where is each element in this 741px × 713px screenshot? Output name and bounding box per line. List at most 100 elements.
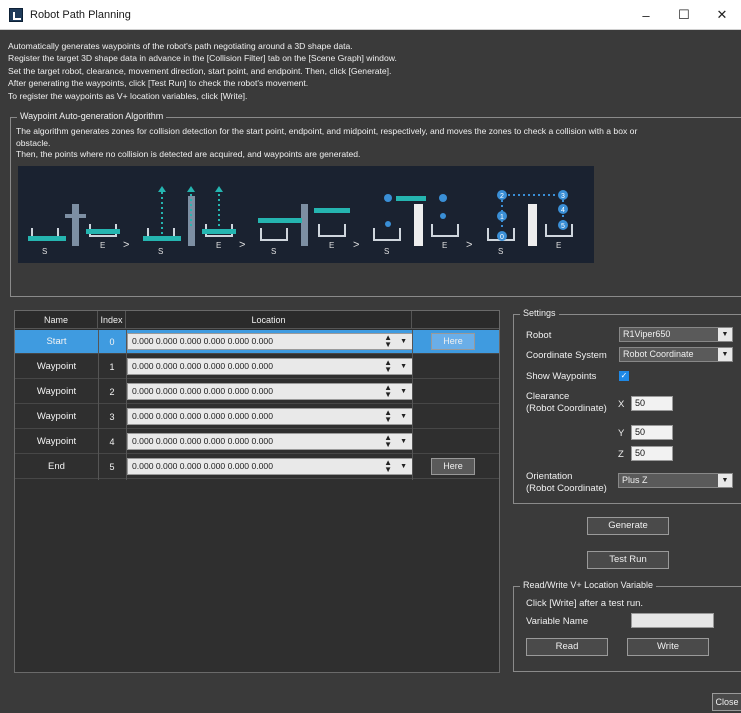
table-row[interactable]: End 5 0.000 0.000 0.000 0.000 0.000 0.000 ▲… xyxy=(15,455,499,479)
generate-button[interactable]: Generate xyxy=(587,517,669,535)
column-header-index[interactable]: Index xyxy=(98,311,126,329)
clearance-sublabel: (Robot Coordinate) xyxy=(526,403,607,414)
column-header-action xyxy=(412,311,499,329)
clearance-y-label: Y xyxy=(618,428,625,439)
location-value: 0.000 0.000 0.000 0.000 0.000 0.000 xyxy=(132,411,273,421)
location-field[interactable]: 0.000 0.000 0.000 0.000 0.000 0.000 ▲ ▼ ▼ xyxy=(127,383,413,400)
intro-line: Register the target 3D shape data in adv… xyxy=(8,53,397,64)
location-field[interactable]: 0.000 0.000 0.000 0.000 0.000 0.000 ▲ ▼ ▼ xyxy=(127,458,413,475)
algorithm-group: Waypoint Auto-generation Algorithm The a… xyxy=(10,111,741,297)
spin-arrows-icon[interactable]: ▲ ▼ xyxy=(384,359,392,374)
orientation-label: Orientation xyxy=(526,471,573,482)
maximize-button[interactable]: ☐ xyxy=(665,0,703,30)
chevron-down-icon[interactable]: ▼ xyxy=(400,384,407,399)
location-field[interactable]: 0.000 0.000 0.000 0.000 0.000 0.000 ▲ ▼ ▼ xyxy=(127,333,413,350)
location-field[interactable]: 0.000 0.000 0.000 0.000 0.000 0.000 ▲ ▼ ▼ xyxy=(127,408,413,425)
settings-group: Settings Robot R1Viper650 ▼ Coordinate S… xyxy=(513,308,741,504)
clearance-x-input[interactable]: 50 xyxy=(631,396,673,411)
point-3-label: 3 xyxy=(561,193,565,200)
point-0-label: 0 xyxy=(500,234,504,241)
location-field[interactable]: 0.000 0.000 0.000 0.000 0.000 0.000 ▲ ▼ ▼ xyxy=(127,433,413,450)
chevron-down-icon[interactable]: ▼ xyxy=(400,459,407,474)
variable-name-input[interactable] xyxy=(631,613,714,628)
column-divider xyxy=(126,330,127,480)
clearance-x-label: X xyxy=(618,399,625,410)
column-header-name[interactable]: Name xyxy=(15,311,98,329)
chevron-down-icon[interactable]: ▼ xyxy=(400,409,407,424)
step-separator: > xyxy=(123,239,129,251)
close-window-button[interactable]: ✕ xyxy=(703,0,741,30)
column-header-location[interactable]: Location xyxy=(126,311,412,329)
chevron-down-icon: ▼ xyxy=(718,328,732,341)
row-name: End xyxy=(48,461,65,472)
algorithm-figure: S E > S E > S E > S E > 0 1 2 3 4 5 S E xyxy=(18,166,594,263)
spin-arrows-icon[interactable]: ▲ ▼ xyxy=(384,384,392,399)
window-title: Robot Path Planning xyxy=(30,8,131,21)
coordinate-system-value: Robot Coordinate xyxy=(623,349,694,359)
column-divider xyxy=(98,330,99,480)
row-index: 3 xyxy=(109,412,115,422)
svg-text:S: S xyxy=(384,247,389,256)
spin-arrows-icon[interactable]: ▲ ▼ xyxy=(384,334,392,349)
row-name: Start xyxy=(46,336,67,347)
orientation-select[interactable]: Plus Z ▼ xyxy=(618,473,733,488)
diagram-step-3: S E > xyxy=(258,204,359,256)
chevron-down-icon[interactable]: ▼ xyxy=(400,359,407,374)
write-button[interactable]: Write xyxy=(627,638,709,656)
intro-text: Automatically generates waypoints of the… xyxy=(8,40,736,102)
test-run-button[interactable]: Test Run xyxy=(587,551,669,569)
read-write-group: Read/Write V+ Location Variable Click [W… xyxy=(513,580,741,672)
chevron-down-icon[interactable]: ▼ xyxy=(400,334,407,349)
svg-text:E: E xyxy=(329,241,334,250)
row-index: 1 xyxy=(109,362,115,372)
read-button[interactable]: Read xyxy=(526,638,608,656)
show-waypoints-label: Show Waypoints xyxy=(526,371,597,382)
here-button[interactable]: Here xyxy=(431,458,475,475)
svg-text:>: > xyxy=(353,239,359,251)
clearance-y-input[interactable]: 50 xyxy=(631,425,673,440)
here-button[interactable]: Here xyxy=(431,333,475,350)
clearance-label: Clearance xyxy=(526,391,570,402)
point-1-label: 1 xyxy=(500,214,504,221)
spin-arrows-icon[interactable]: ▲ ▼ xyxy=(384,434,392,449)
algorithm-line: Then, the points where no collision is d… xyxy=(16,149,361,159)
diagram-step-2: S E > xyxy=(143,186,245,256)
show-waypoints-checkbox[interactable]: ✓ xyxy=(619,371,629,381)
location-value: 0.000 0.000 0.000 0.000 0.000 0.000 xyxy=(132,336,273,346)
close-button[interactable]: Close xyxy=(712,693,741,711)
svg-text:>: > xyxy=(466,239,472,251)
spin-arrows-icon[interactable]: ▲ ▼ xyxy=(384,409,392,424)
table-row[interactable]: Waypoint 3 0.000 0.000 0.000 0.000 0.000 0… xyxy=(15,405,499,429)
svg-text:E: E xyxy=(556,241,561,250)
algorithm-line: The algorithm generates zones for collis… xyxy=(16,126,638,136)
write-hint: Click [Write] after a test run. xyxy=(526,598,644,609)
orientation-value: Plus Z xyxy=(622,475,648,485)
spin-arrows-icon[interactable]: ▲ ▼ xyxy=(384,459,392,474)
app-icon xyxy=(9,7,23,22)
table-row[interactable]: Waypoint 4 0.000 0.000 0.000 0.000 0.000 0… xyxy=(15,430,499,454)
title-bar: Robot Path Planning – ☐ ✕ xyxy=(0,0,741,30)
coordinate-system-label: Coordinate System xyxy=(526,350,607,361)
orientation-sublabel: (Robot Coordinate) xyxy=(526,483,607,494)
chevron-down-icon[interactable]: ▼ xyxy=(400,434,407,449)
row-name: Waypoint xyxy=(36,386,77,397)
settings-legend: Settings xyxy=(520,308,559,318)
location-field[interactable]: 0.000 0.000 0.000 0.000 0.000 0.000 ▲ ▼ ▼ xyxy=(127,358,413,375)
robot-select[interactable]: R1Viper650 ▼ xyxy=(619,327,733,342)
svg-text:E: E xyxy=(442,241,447,250)
clearance-z-input[interactable]: 50 xyxy=(631,446,673,461)
table-row[interactable]: Waypoint 2 0.000 0.000 0.000 0.000 0.000 0… xyxy=(15,380,499,404)
end-label: E xyxy=(100,241,105,250)
row-name: Waypoint xyxy=(36,436,77,447)
table-row[interactable]: Start 0 0.000 0.000 0.000 0.000 0.000 0.00… xyxy=(15,330,499,354)
point-4-label: 4 xyxy=(561,207,565,214)
coordinate-system-select[interactable]: Robot Coordinate ▼ xyxy=(619,347,733,362)
algorithm-legend: Waypoint Auto-generation Algorithm xyxy=(17,111,167,121)
row-name: Waypoint xyxy=(36,361,77,372)
location-value: 0.000 0.000 0.000 0.000 0.000 0.000 xyxy=(132,436,273,446)
minimize-button[interactable]: – xyxy=(627,0,665,30)
svg-text:S: S xyxy=(158,247,163,256)
column-divider xyxy=(412,330,413,480)
table-row[interactable]: Waypoint 1 0.000 0.000 0.000 0.000 0.000 0… xyxy=(15,355,499,379)
diagram-step-5: 0 1 2 3 4 5 S E xyxy=(487,190,573,256)
